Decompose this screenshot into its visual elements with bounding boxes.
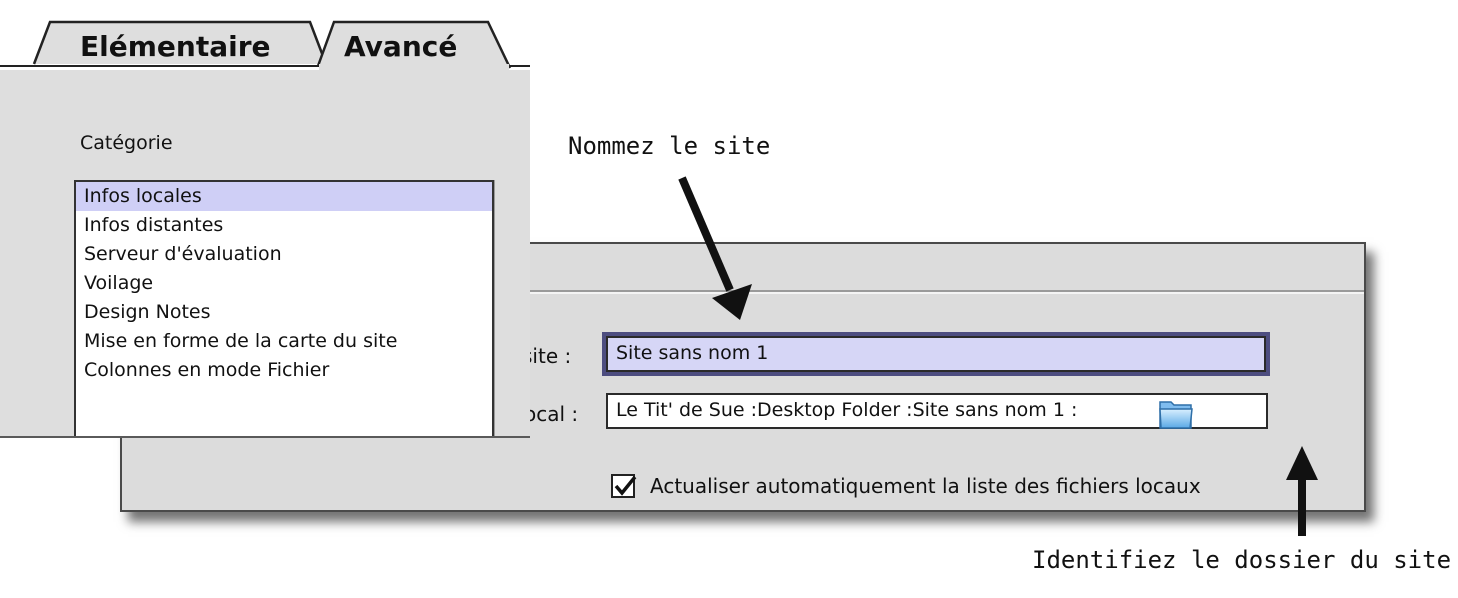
arrow-to-site-name xyxy=(678,176,752,320)
annotation-arrows xyxy=(678,176,1318,536)
arrow-to-folder xyxy=(1286,446,1318,536)
